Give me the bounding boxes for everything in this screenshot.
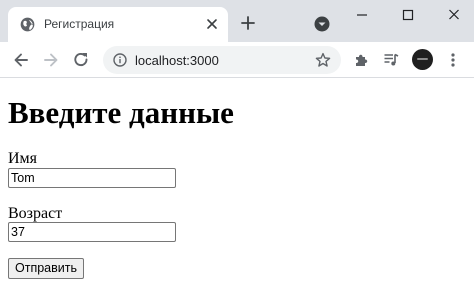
minimize-icon[interactable] bbox=[347, 6, 377, 24]
star-icon[interactable] bbox=[315, 52, 331, 68]
tab-strip: Регистрация bbox=[0, 0, 474, 42]
age-input[interactable] bbox=[8, 222, 176, 242]
page-title: Введите данные bbox=[8, 95, 234, 130]
tab-title: Регистрация bbox=[44, 17, 115, 31]
avatar[interactable] bbox=[412, 49, 433, 70]
close-window-icon[interactable] bbox=[439, 6, 469, 24]
url-text[interactable]: localhost:3000 bbox=[135, 53, 219, 68]
name-input[interactable] bbox=[8, 168, 176, 188]
age-label: Возраст bbox=[8, 205, 63, 222]
page-content: Введите данные Имя Возраст Отправить bbox=[0, 79, 474, 308]
arrow-right-icon[interactable] bbox=[41, 50, 61, 70]
reload-icon[interactable] bbox=[71, 50, 91, 70]
address-bar[interactable]: localhost:3000 bbox=[103, 46, 341, 74]
avatar-mark bbox=[417, 58, 428, 60]
browser-tab[interactable]: Регистрация bbox=[8, 7, 228, 42]
globe-icon bbox=[20, 17, 35, 32]
puzzle-icon[interactable] bbox=[354, 52, 370, 68]
name-label: Имя bbox=[8, 150, 38, 167]
plus-icon[interactable] bbox=[240, 15, 256, 31]
info-icon[interactable] bbox=[113, 53, 127, 67]
maximize-icon[interactable] bbox=[393, 6, 423, 24]
browser-toolbar: localhost:3000 bbox=[0, 42, 474, 78]
kebab-menu-icon[interactable] bbox=[446, 52, 460, 68]
submit-button[interactable]: Отправить bbox=[8, 258, 84, 279]
arrow-left-icon[interactable] bbox=[11, 50, 31, 70]
close-icon[interactable] bbox=[205, 17, 219, 31]
chevron-down-icon[interactable] bbox=[314, 16, 330, 32]
media-control-icon[interactable] bbox=[383, 52, 399, 68]
